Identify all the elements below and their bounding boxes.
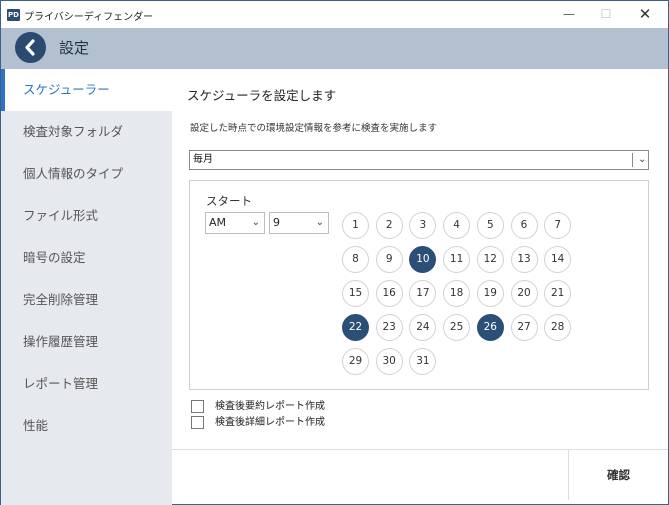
frequency-select[interactable]: 毎月 ⌄ [189,150,649,170]
day-27-button[interactable]: 27 [510,314,538,341]
day-8-button[interactable]: 8 [342,246,369,273]
settings-sidebar: スケジューラー 検査対象フォルダ 個人情報のタイプ ファイル形式 暗号の設定 完… [1,69,172,505]
summary-report-label: 検査後要約レポート作成 [215,401,325,412]
ampm-value: AM [209,216,227,229]
day-1-button[interactable]: 1 [342,212,369,239]
day-11-button[interactable]: 11 [443,246,471,273]
day-3-button[interactable]: 3 [409,212,437,239]
summary-report-checkbox[interactable] [191,400,204,413]
day-23-button[interactable]: 23 [375,314,403,341]
day-21-button[interactable]: 21 [544,280,572,307]
day-20-button[interactable]: 20 [510,280,538,307]
day-18-button[interactable]: 18 [443,280,471,307]
day-29-button[interactable]: 29 [342,348,369,375]
day-12-button[interactable]: 12 [476,246,504,273]
chevron-left-icon [25,39,35,56]
day-4-button[interactable]: 4 [443,212,471,239]
chevron-down-icon: ⌄ [251,217,260,228]
select-divider [632,153,633,167]
day-26-button[interactable]: 26 [476,314,504,341]
sidebar-item-encryption[interactable]: 暗号の設定 [1,237,172,279]
day-22-button[interactable]: 22 [342,314,369,341]
minimize-button[interactable]: — [549,1,589,28]
sidebar-item-file-format[interactable]: ファイル形式 [1,195,172,237]
page-title: 設定 [59,39,90,57]
window-title: プライバシーディフェンダー [24,12,154,23]
sidebar-item-performance[interactable]: 性能 [1,405,172,447]
day-2-button[interactable]: 2 [375,212,403,239]
frequency-value: 毎月 [193,154,213,165]
schedule-panel: スタート AM ⌄ 9 ⌄ 1 2 3 4 5 6 7 8 9 10 11 12 13 14 15 16 17 1… [189,180,649,390]
chevron-down-icon: ⌄ [638,154,647,165]
day-13-button[interactable]: 13 [510,246,538,273]
sidebar-item-personal-info-type[interactable]: 個人情報のタイプ [1,153,172,195]
settings-window: PD プライバシーディフェンダー — ☐ ✕ 設定 スケジューラー 検査対象フォ… [0,0,669,505]
page-header: 設定 [1,28,668,69]
title-bar: PD プライバシーディフェンダー — ☐ ✕ [1,1,668,28]
detail-report-label: 検査後詳細レポート作成 [215,417,325,428]
detail-report-checkbox[interactable] [191,416,204,429]
sidebar-item-secure-delete[interactable]: 完全削除管理 [1,279,172,321]
day-24-button[interactable]: 24 [409,314,437,341]
sidebar-item-operation-history[interactable]: 操作履歴管理 [1,321,172,363]
maximize-button[interactable]: ☐ [586,1,626,28]
hour-value: 9 [273,216,280,229]
day-25-button[interactable]: 25 [443,314,471,341]
section-title: スケジューラを設定します [187,88,337,103]
chevron-down-icon: ⌄ [315,217,324,228]
day-31-button[interactable]: 31 [409,348,437,375]
day-14-button[interactable]: 14 [544,246,572,273]
sidebar-item-scheduler[interactable]: スケジューラー [1,69,172,111]
confirm-button[interactable]: 確認 [569,450,668,500]
back-button[interactable] [15,32,46,63]
ampm-select[interactable]: AM ⌄ [205,212,265,234]
day-6-button[interactable]: 6 [510,212,538,239]
day-15-button[interactable]: 15 [342,280,369,307]
section-description: 設定した時点での環境設定情報を参考に検査を実施します [190,123,438,134]
start-label: スタート [206,194,252,208]
day-17-button[interactable]: 17 [409,280,437,307]
day-19-button[interactable]: 19 [476,280,504,307]
day-10-button[interactable]: 10 [409,246,437,273]
day-7-button[interactable]: 7 [544,212,572,239]
day-30-button[interactable]: 30 [375,348,403,375]
day-16-button[interactable]: 16 [375,280,403,307]
sidebar-item-target-folder[interactable]: 検査対象フォルダ [1,111,172,153]
close-button[interactable]: ✕ [625,1,665,28]
hour-select[interactable]: 9 ⌄ [269,212,329,234]
day-28-button[interactable]: 28 [544,314,572,341]
app-logo-icon: PD [7,9,20,21]
sidebar-item-report-management[interactable]: レポート管理 [1,363,172,405]
day-9-button[interactable]: 9 [375,246,403,273]
day-5-button[interactable]: 5 [476,212,504,239]
